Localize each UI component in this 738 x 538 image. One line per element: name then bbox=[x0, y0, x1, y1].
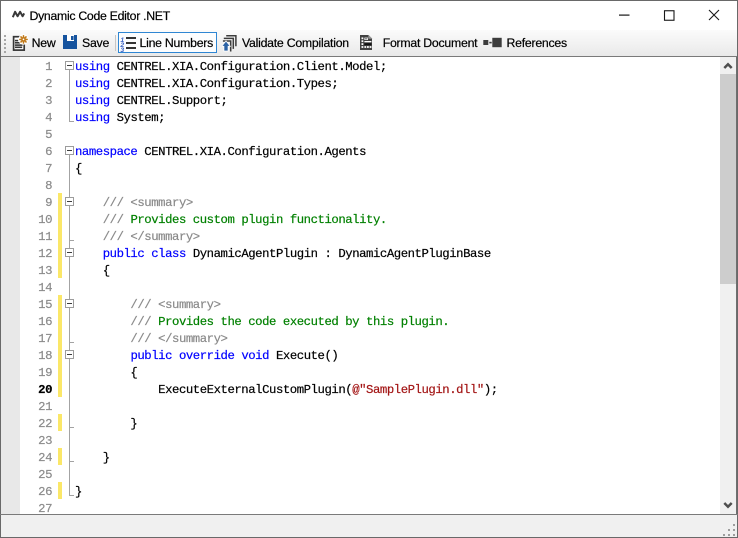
svg-text:3: 3 bbox=[120, 47, 124, 52]
